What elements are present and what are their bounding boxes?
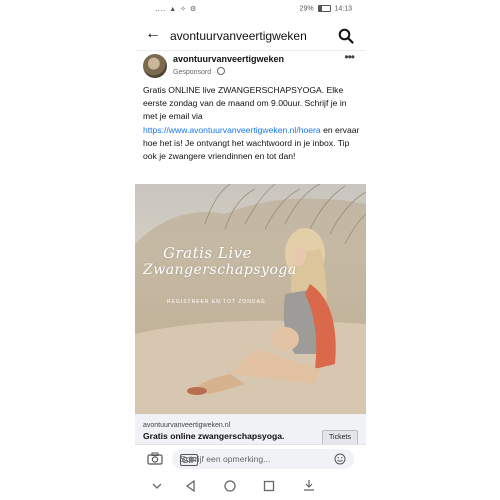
battery-icon (317, 5, 331, 12)
phone-screen: ‥‥ ▲ ✧ ⚙ 29% 14:13 ← avontuurvanveertigw… (135, 0, 366, 500)
post-text-part-1: Gratis ONLINE live ZWANGERSCHAPSYOGA. El… (143, 85, 347, 122)
ad-title-line-2: Zwangerschapsyoga (143, 262, 297, 278)
globe-icon (217, 67, 226, 75)
search-icon[interactable] (338, 28, 354, 44)
link-title: Gratis online zwangerschapsyoga. (143, 431, 285, 441)
status-bar: ‥‥ ▲ ✧ ⚙ 29% 14:13 (135, 0, 366, 18)
link-domain: avontuurvanveertigweken.nl (143, 422, 231, 429)
sponsored-label: Gesponsord · (173, 69, 216, 76)
emoji-icon[interactable] (334, 453, 346, 465)
chevron-down-icon[interactable] (149, 478, 165, 494)
recent-apps-icon[interactable] (261, 478, 277, 494)
ad-title-line-1: Gratis Live (163, 244, 252, 262)
more-options-icon[interactable]: ••• (344, 50, 355, 64)
post-link[interactable]: https://www.avontuurvanveertigweken.nl/h… (143, 125, 321, 135)
post-meta: Gesponsord · (173, 67, 226, 76)
battery-percent: 29% (299, 5, 314, 13)
back-arrow-icon[interactable]: ← (145, 25, 161, 43)
clock: 14:13 (334, 5, 352, 13)
ad-subtitle: REGISTREER EN TOT ZONDAG (167, 299, 266, 305)
android-nav-bar (135, 474, 366, 500)
page-header: ← avontuurvanveertigweken (135, 22, 366, 51)
avatar[interactable] (143, 54, 167, 78)
back-triangle-icon[interactable] (183, 478, 199, 494)
comment-bar: Schrijf een opmerking... GIF (135, 444, 366, 475)
comment-input[interactable]: Schrijf een opmerking... GIF (172, 449, 354, 469)
camera-icon[interactable] (147, 452, 163, 465)
page-title: avontuurvanveertigweken (170, 29, 307, 43)
status-right: 29% 14:13 (300, 5, 352, 12)
post-text: Gratis ONLINE live ZWANGERSCHAPSYOGA. El… (143, 84, 363, 163)
post-author[interactable]: avontuurvanveertigweken (173, 54, 284, 64)
home-circle-icon[interactable] (222, 478, 238, 494)
gif-icon[interactable]: GIF (180, 454, 198, 466)
download-tray-icon[interactable] (301, 478, 317, 494)
status-icons: ‥‥ ▲ ✧ ⚙ (155, 6, 198, 13)
ad-image[interactable]: Gratis Live Zwangerschapsyoga REGISTREER… (135, 184, 366, 414)
